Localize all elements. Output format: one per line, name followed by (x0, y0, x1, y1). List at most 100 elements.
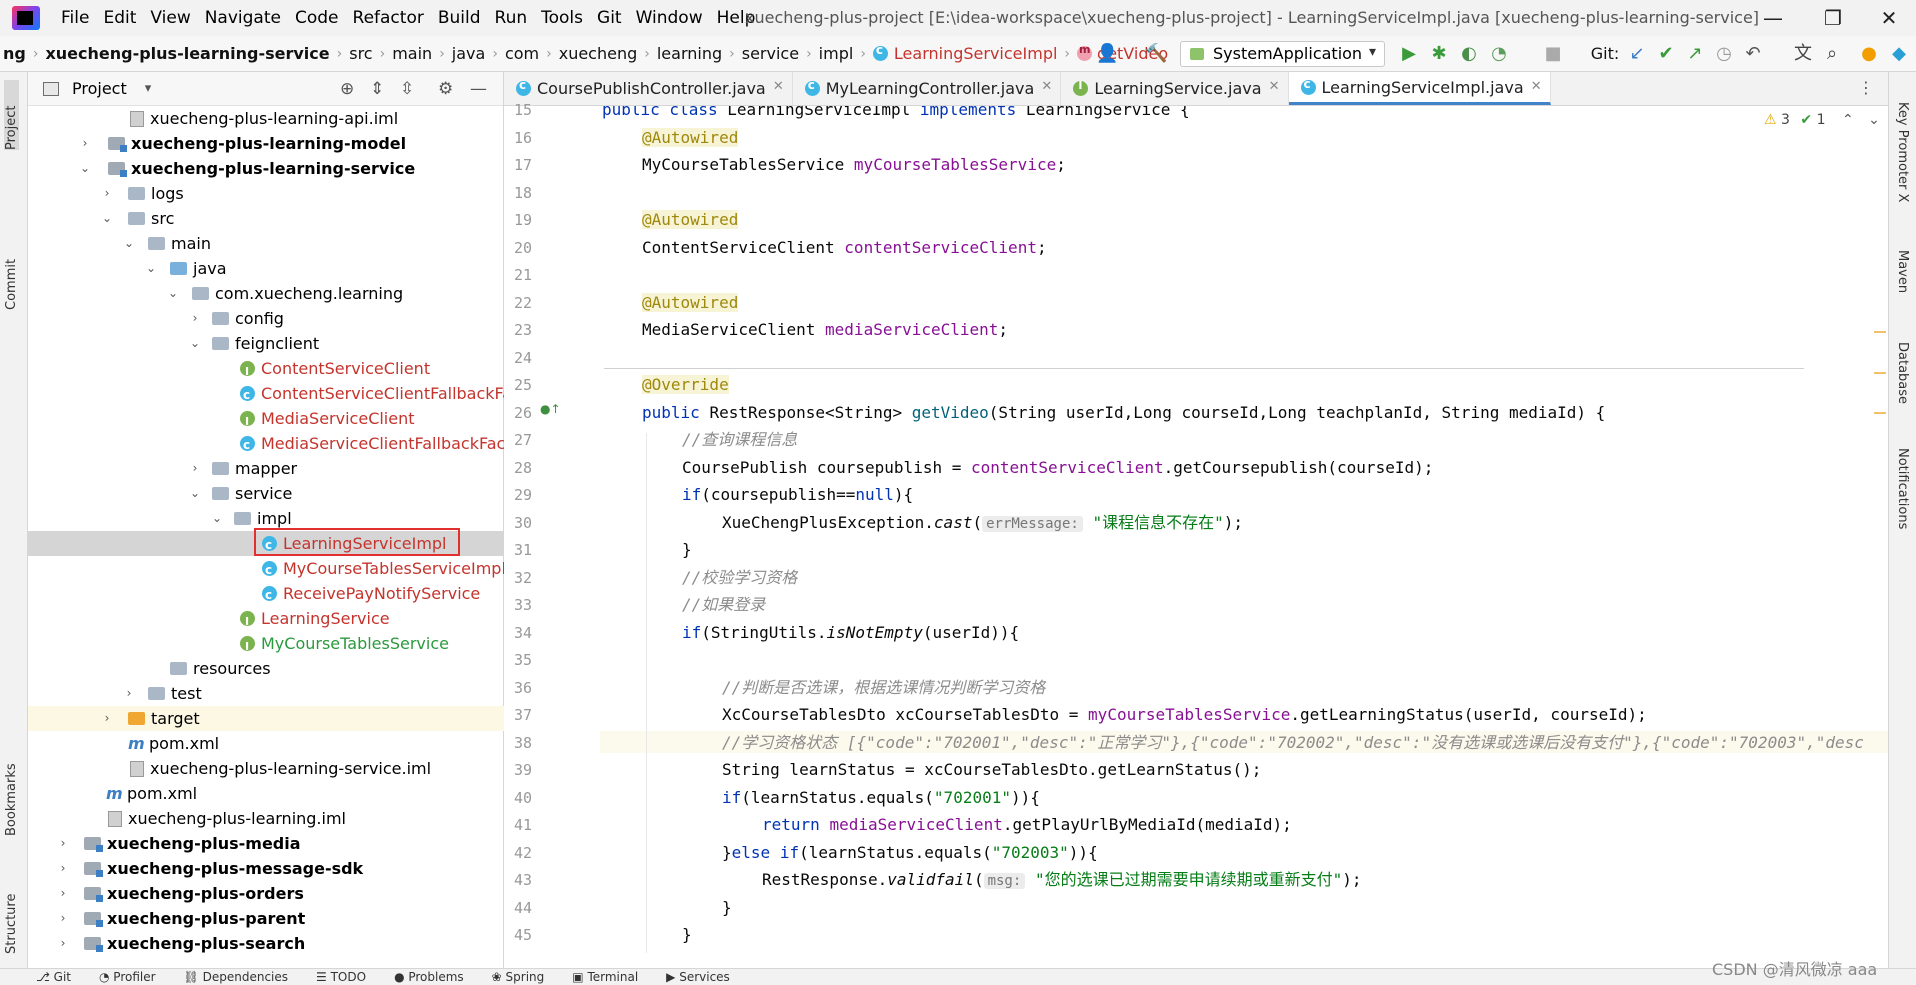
tool-dependencies[interactable]: ⛓ Dependencies (184, 970, 288, 984)
breadcrumb-src[interactable]: src (346, 44, 375, 63)
tree-item[interactable]: ⌄ xuecheng-plus-learning-service (28, 156, 504, 181)
tool-problems[interactable]: ● Problems (394, 970, 464, 984)
chevron-down-icon[interactable]: ⌄ (188, 331, 202, 356)
breadcrumb-service[interactable]: service (739, 44, 802, 63)
chevron-right-icon[interactable]: › (56, 906, 70, 931)
tree-item[interactable]: › target (28, 706, 504, 731)
chevron-right-icon[interactable]: › (100, 706, 114, 731)
more-tabs-icon[interactable]: ⋮ (1858, 78, 1874, 97)
user-icon[interactable]: 👤 (1096, 42, 1118, 66)
previous-highlight-icon[interactable]: ⌃ (1842, 112, 1854, 128)
git-history-icon[interactable]: ◷ (1713, 42, 1735, 66)
tool-window-structure[interactable]: Structure (4, 872, 19, 954)
breadcrumb-com[interactable]: com (502, 44, 542, 63)
menu-git[interactable]: Git (590, 8, 629, 28)
breadcrumb-xuecheng[interactable]: xuecheng (556, 44, 641, 63)
git-update-icon[interactable]: ↙ (1626, 42, 1648, 66)
locate-file-icon[interactable]: ⊕ (340, 79, 354, 99)
tool-git[interactable]: ⎇ Git (36, 970, 71, 984)
git-push-icon[interactable]: ↗ (1684, 42, 1706, 66)
breadcrumb-project[interactable]: ng (0, 44, 29, 63)
git-commit-icon[interactable]: ✔ (1655, 42, 1677, 66)
next-highlight-icon[interactable]: ⌄ (1868, 112, 1880, 128)
warning-marker[interactable] (1874, 412, 1886, 414)
menu-build[interactable]: Build (431, 8, 488, 28)
menu-edit[interactable]: Edit (96, 8, 143, 28)
tree-item[interactable]: ⌄ service (28, 481, 504, 506)
tool-services[interactable]: ▶ Services (666, 970, 730, 984)
chevron-right-icon[interactable]: › (56, 831, 70, 856)
close-window-button[interactable]: ✕ (1866, 0, 1912, 36)
tree-item[interactable]: › mapper (28, 456, 504, 481)
tree-item[interactable]: ⌄ com.xuecheng.learning (28, 281, 504, 306)
chevron-down-icon[interactable]: ⌄ (144, 256, 158, 281)
collapse-all-icon[interactable]: ⇳ (400, 79, 414, 99)
build-hammer-icon[interactable]: 🔨 (1145, 42, 1167, 66)
chevron-right-icon[interactable]: › (56, 856, 70, 881)
tree-item[interactable]: › logs (28, 181, 504, 206)
project-view-dropdown-icon[interactable]: ▾ (145, 81, 152, 96)
tree-item[interactable]: ContentServiceClientFallbackFact (28, 381, 504, 408)
tree-item[interactable]: › xuecheng-plus-media (28, 831, 504, 856)
breadcrumb-learning[interactable]: learning (654, 44, 725, 63)
chevron-down-icon[interactable]: ⌄ (188, 481, 202, 506)
close-tab-icon[interactable]: ✕ (1041, 79, 1052, 94)
tree-item[interactable]: ⌄ src (28, 206, 504, 231)
menu-file[interactable]: File (54, 8, 96, 28)
menu-navigate[interactable]: Navigate (198, 8, 288, 28)
tool-window-key-promoter[interactable]: Key Promoter X (1895, 102, 1910, 202)
minimize-button[interactable]: — (1750, 0, 1796, 36)
tree-item[interactable]: ReceivePayNotifyService (28, 581, 504, 608)
chevron-down-icon[interactable]: ⌄ (78, 156, 92, 181)
run-icon[interactable]: ▶ (1398, 42, 1420, 66)
chevron-down-icon[interactable]: ⌄ (122, 231, 136, 256)
stop-icon[interactable]: ■ (1542, 42, 1564, 66)
hide-panel-icon[interactable]: — (470, 79, 487, 99)
breadcrumb-main[interactable]: main (389, 44, 435, 63)
tool-window-maven[interactable]: Maven (1895, 250, 1910, 293)
profile-icon[interactable]: ◔ (1488, 42, 1510, 66)
tree-item[interactable]: › xuecheng-plus-parent (28, 906, 504, 931)
breadcrumb-class[interactable]: LearningServiceImpl (870, 43, 1061, 63)
menu-refactor[interactable]: Refactor (346, 8, 431, 28)
run-configuration-select[interactable]: SystemApplication (1180, 41, 1385, 67)
tree-item[interactable]: MyCourseTablesServiceImpl (28, 556, 504, 583)
tool-window-database[interactable]: Database (1895, 342, 1910, 404)
tool-window-bookmarks[interactable]: Bookmarks (4, 750, 19, 836)
settings-gear-icon[interactable]: ⚙ (438, 79, 453, 99)
git-rollback-icon[interactable]: ↶ (1742, 42, 1764, 66)
tree-item[interactable]: xuecheng-plus-learning.iml (28, 806, 504, 831)
tool-window-notifications[interactable]: Notifications (1895, 448, 1910, 529)
tree-item[interactable]: resources (28, 656, 504, 681)
breadcrumb-java[interactable]: java (449, 44, 489, 63)
tool-todo[interactable]: ☰ TODO (316, 970, 366, 984)
search-icon[interactable]: ⌕ (1821, 42, 1843, 66)
warning-marker[interactable] (1874, 372, 1886, 374)
tree-item[interactable]: › xuecheng-plus-search (28, 931, 504, 956)
tree-item[interactable]: ContentServiceClient (28, 356, 504, 384)
breadcrumb-impl[interactable]: impl (816, 44, 857, 63)
tree-item[interactable]: › config (28, 306, 504, 331)
menu-run[interactable]: Run (488, 8, 535, 28)
close-tab-icon[interactable]: ✕ (1269, 79, 1280, 94)
tree-item[interactable]: › xuecheng-plus-learning-model (28, 131, 504, 156)
project-panel-title[interactable]: Project (72, 79, 127, 98)
tree-item[interactable]: MediaServiceClient (28, 406, 504, 434)
tree-item[interactable]: › xuecheng-plus-message-sdk (28, 856, 504, 881)
tool-window-project[interactable]: Project (4, 80, 19, 150)
coverage-icon[interactable]: ◐ (1458, 42, 1480, 66)
close-tab-icon[interactable]: ✕ (773, 79, 784, 94)
warning-marker[interactable] (1874, 331, 1886, 333)
plugin-icon[interactable]: ◆ (1888, 42, 1910, 66)
tree-item[interactable]: › xuecheng-plus-orders (28, 881, 504, 906)
inspection-widget[interactable]: ⚠ 3 ✔ 1 ⌃ ⌄ (1764, 112, 1880, 128)
tree-item[interactable]: xuecheng-plus-learning-service.iml (28, 756, 504, 781)
chevron-down-icon[interactable]: ⌄ (210, 506, 224, 531)
implements-gutter-icon[interactable]: ●↑ (540, 402, 561, 416)
code-editor[interactable]: public class LearningServiceImpl impleme… (600, 106, 1888, 968)
chevron-right-icon[interactable]: › (188, 306, 202, 331)
close-tab-icon[interactable]: ✕ (1531, 79, 1542, 94)
chevron-right-icon[interactable]: › (188, 456, 202, 481)
chevron-down-icon[interactable]: ⌄ (166, 281, 180, 306)
tool-spring[interactable]: ❀ Spring (492, 970, 545, 984)
